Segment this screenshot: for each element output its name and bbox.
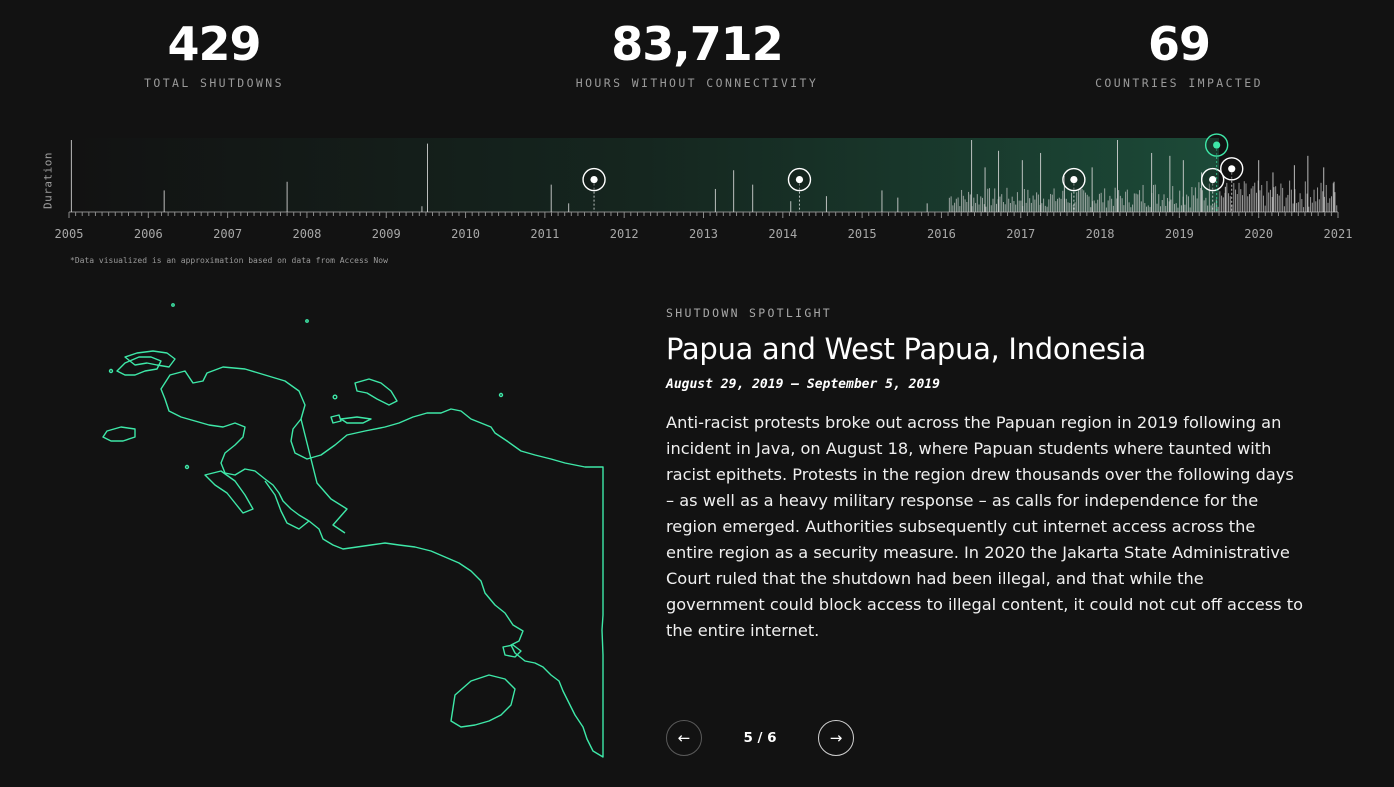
arrow-right-icon: → bbox=[829, 729, 843, 747]
map-outline-island-misool bbox=[102, 426, 136, 442]
map-outline-islet-5 bbox=[332, 394, 338, 400]
arrow-left-icon: ← bbox=[677, 729, 691, 747]
timeline-year-label: 2021 bbox=[1324, 227, 1353, 241]
map-outline-island-biak bbox=[354, 378, 398, 406]
timeline-marker-dot bbox=[795, 176, 804, 184]
timeline-year-label: 2020 bbox=[1244, 227, 1273, 241]
timeline-year-label: 2013 bbox=[689, 227, 718, 241]
stat-label: COUNTRIES IMPACTED bbox=[1095, 76, 1263, 90]
map-outline-islet-6 bbox=[498, 392, 504, 398]
map-outline-islet-1 bbox=[171, 303, 175, 307]
stat-value: 429 bbox=[167, 17, 261, 71]
timeline-year-label: 2012 bbox=[610, 227, 639, 241]
stat-countries-impacted: 69 COUNTRIES IMPACTED bbox=[1029, 18, 1329, 90]
next-button[interactable]: → bbox=[818, 720, 854, 756]
map-outline-mainland bbox=[160, 366, 604, 758]
map-outline-island-yapen bbox=[340, 416, 372, 424]
map-outline-bird-head bbox=[116, 356, 162, 376]
timeline-year-label: 2018 bbox=[1086, 227, 1115, 241]
map-outline-islet-2 bbox=[305, 319, 309, 323]
timeline-year-label: 2019 bbox=[1165, 227, 1194, 241]
timeline-footnote: *Data visualized is an approximation bas… bbox=[70, 256, 388, 265]
map-outline-island-waigeo bbox=[124, 350, 176, 368]
timeline-year-label: 2005 bbox=[55, 227, 84, 241]
timeline-year-label: 2014 bbox=[768, 227, 797, 241]
stat-value: 83,712 bbox=[611, 17, 784, 71]
map-outline-islet-3 bbox=[108, 368, 114, 374]
timeline-year-label: 2017 bbox=[1006, 227, 1035, 241]
timeline-marker-dot bbox=[1209, 176, 1217, 184]
map-outline-frederik-hendrik bbox=[450, 674, 516, 728]
timeline-marker-dot bbox=[1070, 176, 1078, 184]
timeline-marker-dot bbox=[1228, 165, 1236, 173]
spotlight-description: Anti-racist protests broke out across th… bbox=[666, 413, 1303, 640]
timeline-year-label: 2009 bbox=[372, 227, 401, 241]
stat-value: 69 bbox=[1147, 17, 1211, 71]
map-outline-border-notch bbox=[300, 418, 348, 534]
timeline-marker-dot bbox=[590, 176, 598, 184]
spotlight-kicker: SHUTDOWN SPOTLIGHT bbox=[666, 306, 833, 320]
map-outline-bomberai bbox=[204, 470, 254, 514]
stat-label: HOURS WITHOUT CONNECTIVITY bbox=[575, 76, 819, 90]
page-indicator: 5 / 6 bbox=[743, 730, 777, 746]
timeline-year-label: 2016 bbox=[927, 227, 956, 241]
timeline-year-label: 2015 bbox=[848, 227, 877, 241]
stat-hours-without-connectivity: 83,712 HOURS WITHOUT CONNECTIVITY bbox=[547, 18, 847, 90]
map-outline-islet-4 bbox=[184, 464, 190, 470]
timeline-year-label: 2008 bbox=[292, 227, 321, 241]
timeline-year-label: 2007 bbox=[213, 227, 242, 241]
timeline-year-label: 2010 bbox=[451, 227, 480, 241]
stat-total-shutdowns: 429 TOTAL SHUTDOWNS bbox=[64, 18, 364, 90]
papua-map bbox=[102, 303, 604, 758]
map-outline-small-island-2 bbox=[330, 414, 342, 424]
timeline-year-label: 2011 bbox=[530, 227, 559, 241]
spotlight-title: Papua and West Papua, Indonesia bbox=[666, 332, 1146, 366]
previous-button[interactable]: ← bbox=[666, 720, 702, 756]
spotlight-dates: August 29, 2019 – September 5, 2019 bbox=[666, 377, 940, 392]
stat-label: TOTAL SHUTDOWNS bbox=[144, 76, 284, 90]
timeline-highlight-band bbox=[69, 138, 1220, 212]
timeline-marker-dot bbox=[1213, 141, 1221, 149]
timeline-year-label: 2006 bbox=[134, 227, 163, 241]
shutdown-timeline[interactable]: 2005 2006 2007 2008 2009 2010 2011 2012 2013 2014… bbox=[0, 120, 1394, 250]
